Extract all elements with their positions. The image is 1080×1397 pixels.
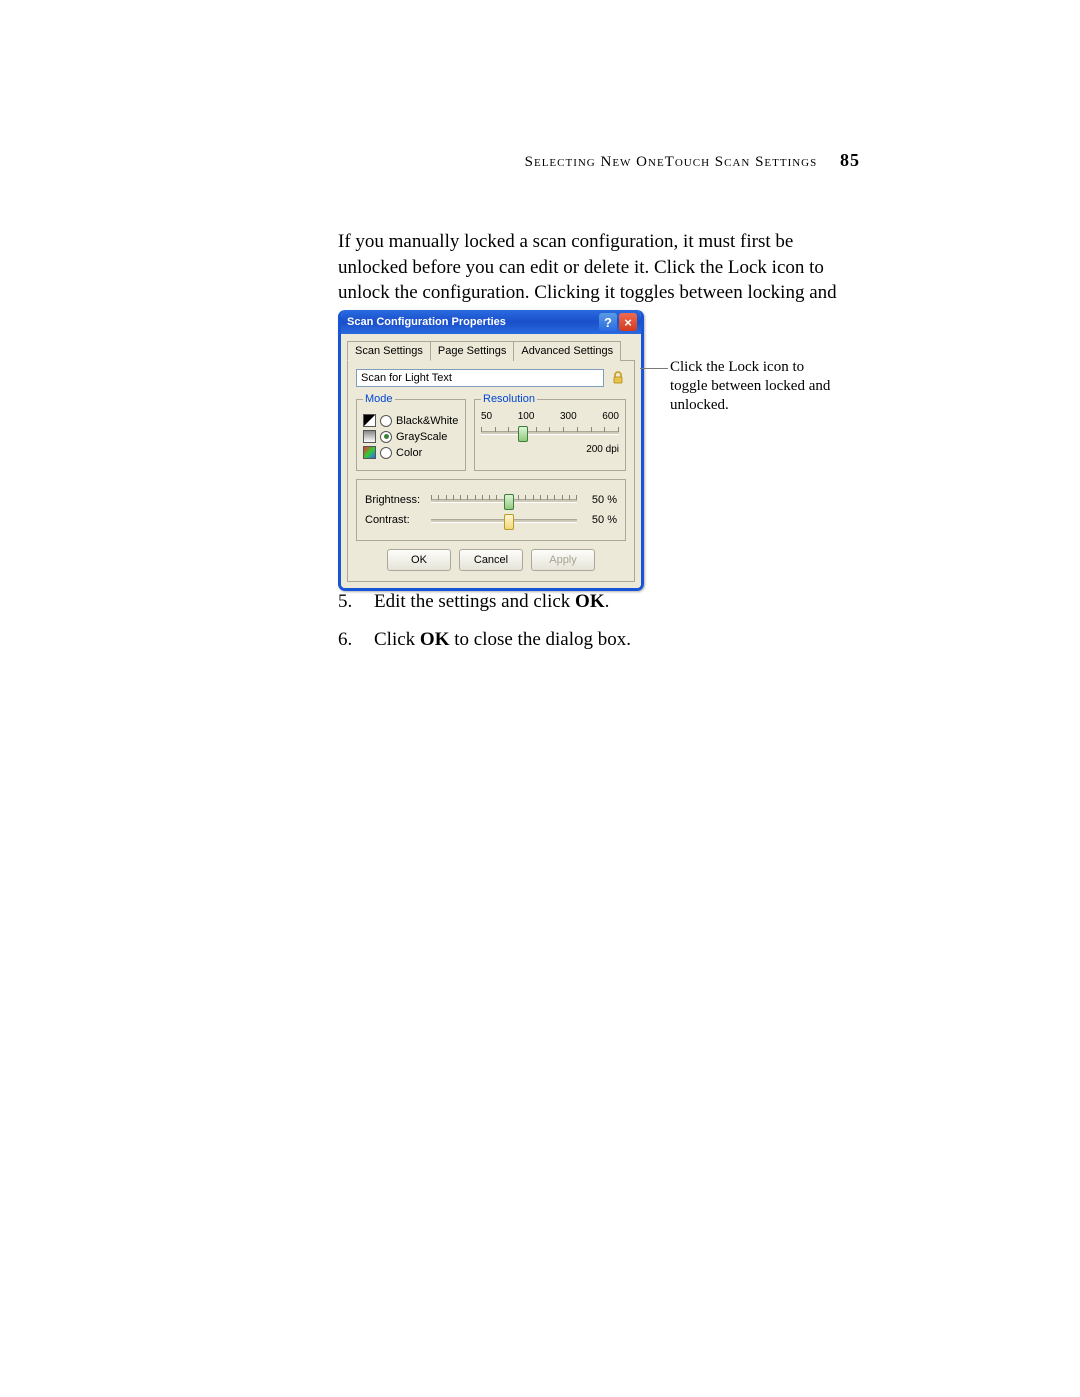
step-6: Click OK to close the dialog box.: [338, 624, 858, 656]
brightness-value: 50 %: [583, 494, 617, 506]
cancel-button[interactable]: Cancel: [459, 549, 523, 571]
tab-scan-settings[interactable]: Scan Settings: [347, 341, 431, 361]
res-tick-3: 600: [602, 411, 619, 422]
page-number: 85: [840, 150, 860, 170]
bw-swatch-icon: [363, 414, 376, 427]
callout-leader-line: [640, 368, 668, 369]
scan-config-dialog: Scan Configuration Properties ? × Scan S…: [338, 310, 644, 591]
res-tick-2: 300: [560, 411, 577, 422]
resolution-legend: Resolution: [481, 393, 537, 405]
contrast-slider[interactable]: [431, 512, 577, 528]
help-icon[interactable]: ?: [599, 313, 617, 331]
mode-color-label: Color: [396, 447, 422, 459]
tab-advanced-settings[interactable]: Advanced Settings: [513, 341, 621, 361]
resolution-slider[interactable]: [481, 424, 619, 440]
res-tick-0: 50: [481, 411, 492, 422]
radio-icon: [380, 431, 392, 443]
radio-icon: [380, 447, 392, 459]
contrast-label: Contrast:: [365, 514, 425, 526]
resolution-value: 200 dpi: [481, 444, 619, 455]
radio-icon: [380, 415, 392, 427]
lock-icon[interactable]: [610, 370, 626, 386]
ok-button[interactable]: OK: [387, 549, 451, 571]
config-name-input[interactable]: [356, 369, 604, 387]
numbered-steps: Edit the settings and click OK. Click OK…: [338, 580, 858, 663]
brightness-slider[interactable]: [431, 492, 577, 508]
running-header-title: Selecting New OneTouch Scan Settings: [525, 154, 818, 170]
dialog-titlebar[interactable]: Scan Configuration Properties ? ×: [341, 310, 641, 334]
contrast-value: 50 %: [583, 514, 617, 526]
gray-swatch-icon: [363, 430, 376, 443]
mode-bw-label: Black&White: [396, 415, 458, 427]
mode-bw-radio[interactable]: Black&White: [363, 414, 459, 427]
close-icon[interactable]: ×: [619, 313, 637, 331]
apply-button: Apply: [531, 549, 595, 571]
mode-grayscale-label: GrayScale: [396, 431, 447, 443]
dialog-title: Scan Configuration Properties: [347, 316, 597, 328]
res-tick-1: 100: [518, 411, 535, 422]
callout-text: Click the Lock icon to toggle between lo…: [670, 358, 840, 414]
mode-grayscale-radio[interactable]: GrayScale: [363, 430, 459, 443]
step-5: Edit the settings and click OK.: [338, 586, 858, 618]
color-swatch-icon: [363, 446, 376, 459]
mode-color-radio[interactable]: Color: [363, 446, 459, 459]
brightness-label: Brightness:: [365, 494, 425, 506]
mode-legend: Mode: [363, 393, 395, 405]
tab-page-settings[interactable]: Page Settings: [430, 341, 515, 361]
